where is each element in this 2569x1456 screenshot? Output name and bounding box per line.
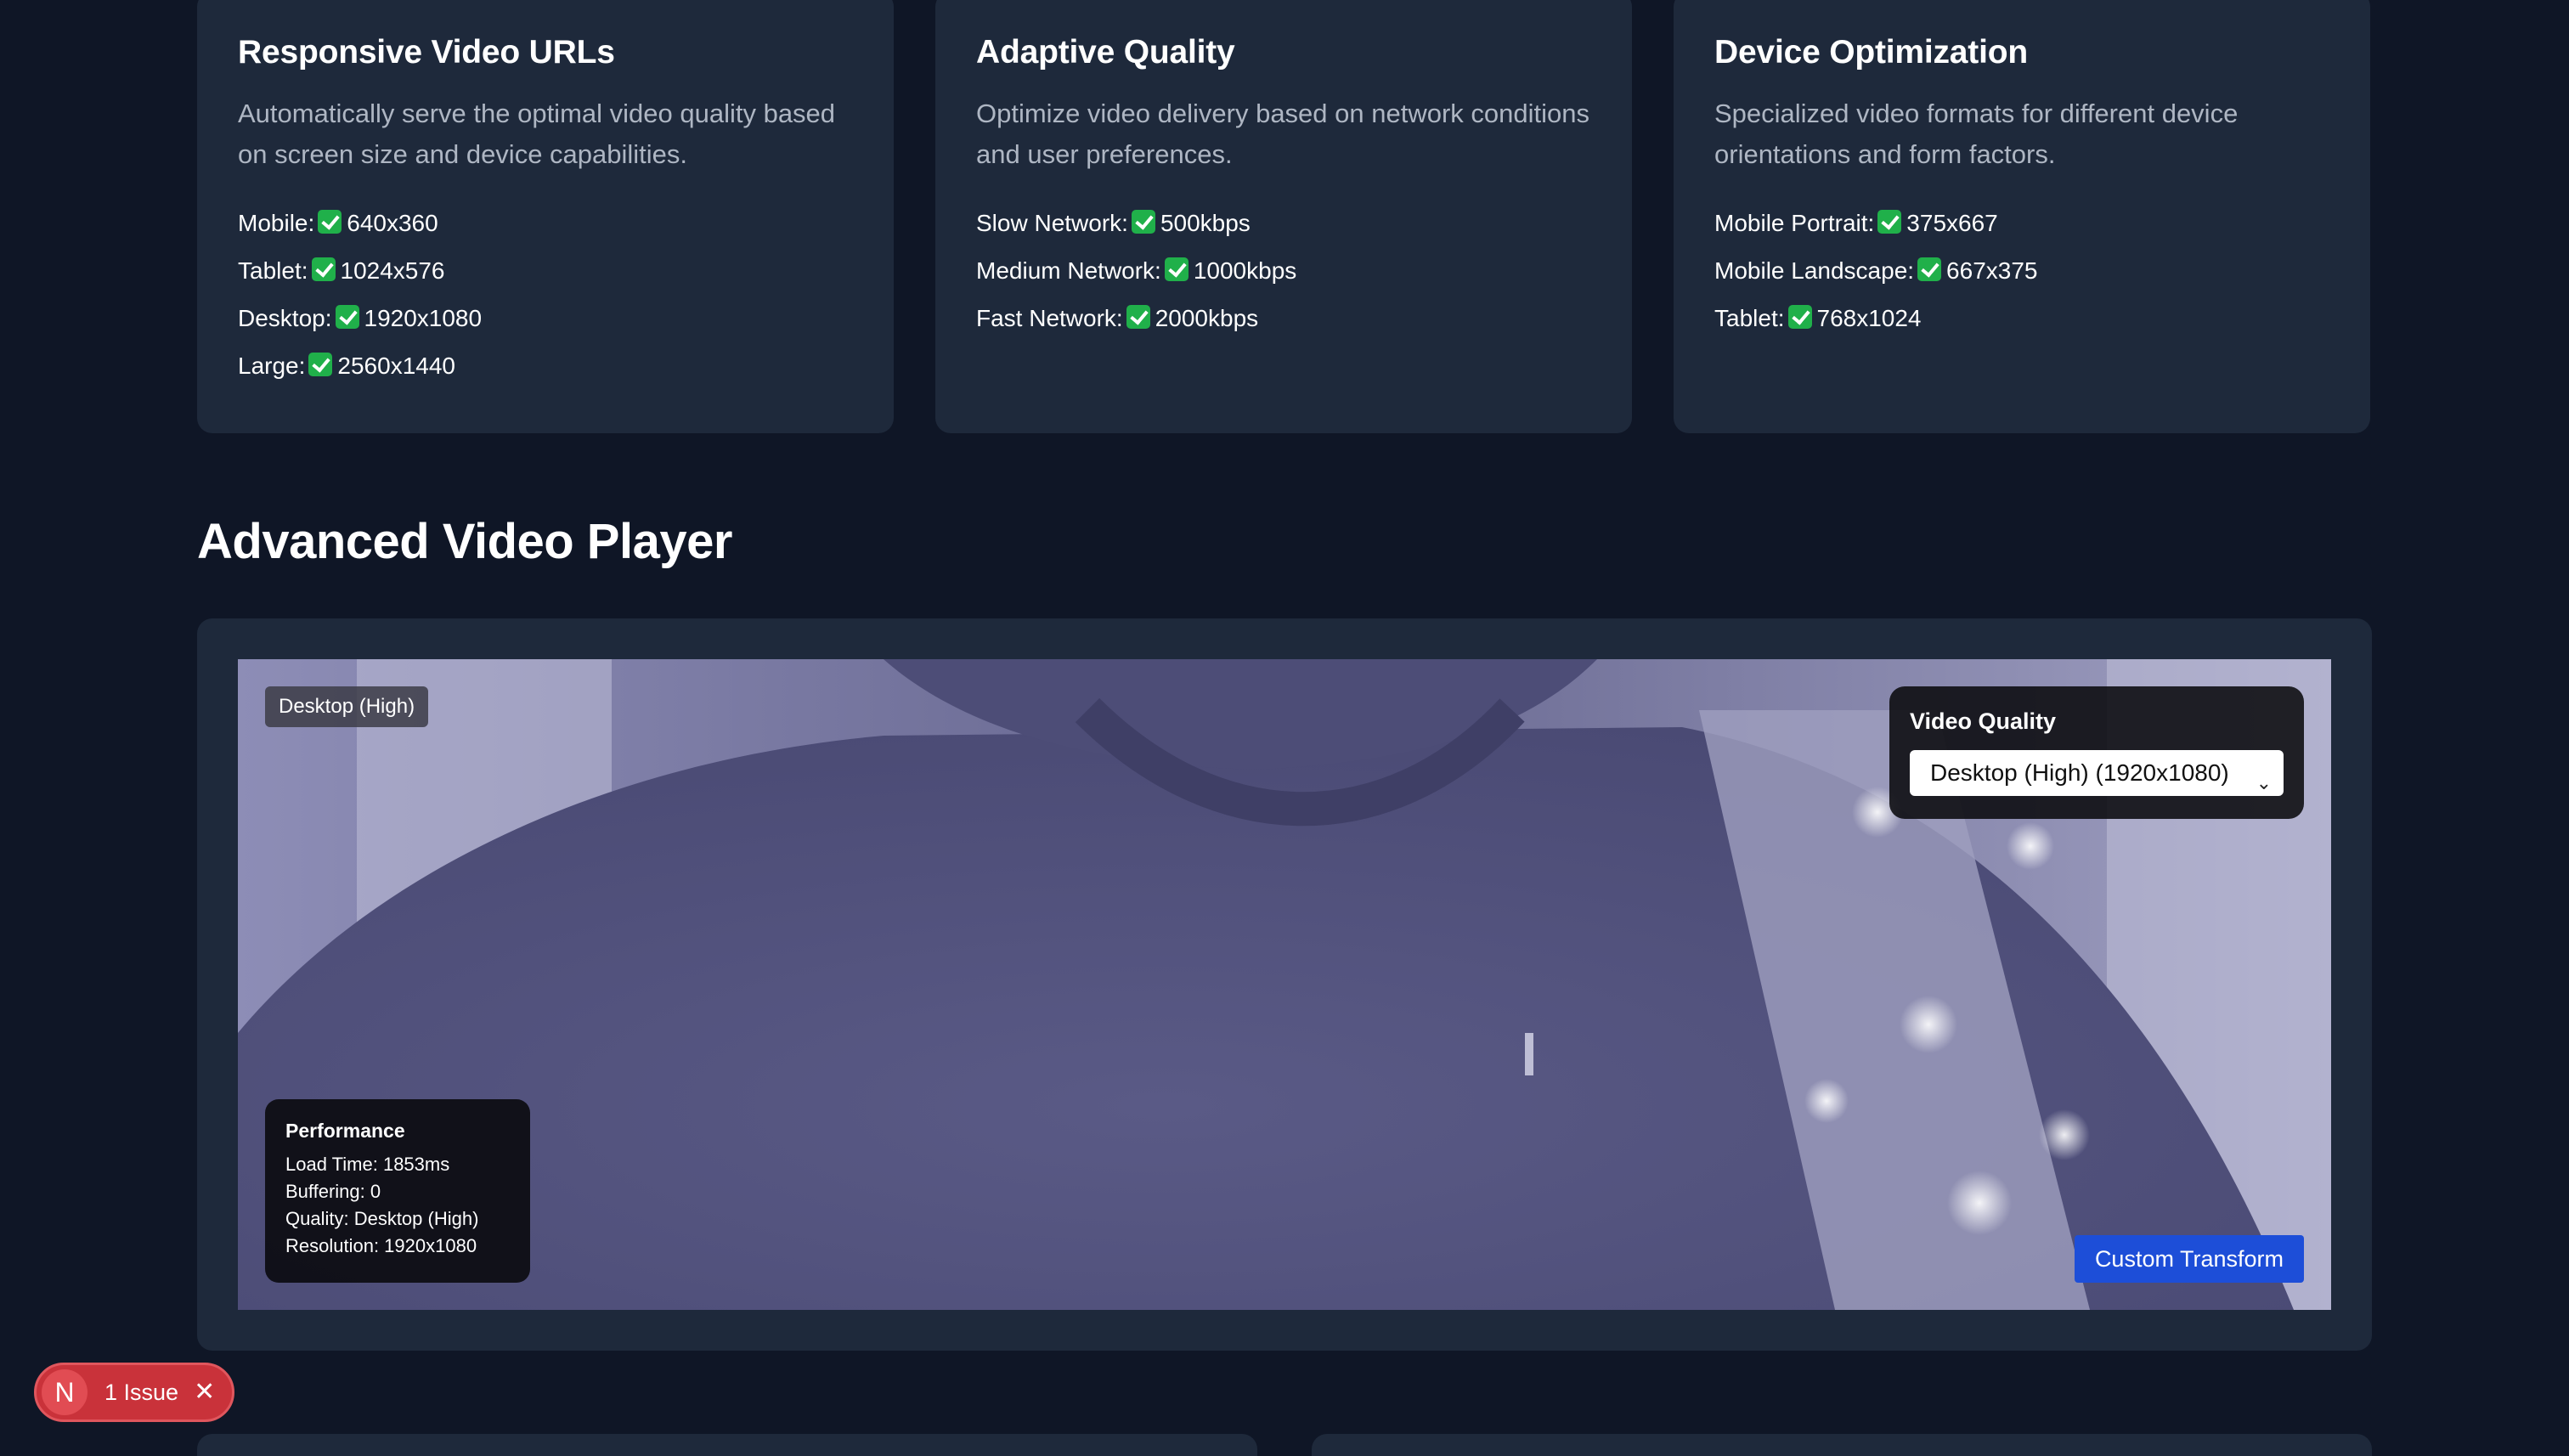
list-item: Tablet: 1024x576 — [238, 247, 482, 295]
list-item: Mobile Landscape: 667x375 — [1714, 247, 2037, 295]
list-item: Mobile: 640x360 — [238, 200, 482, 247]
item-label: Medium Network: — [976, 257, 1161, 284]
check-icon — [308, 353, 333, 376]
item-label: Mobile Landscape: — [1714, 257, 1915, 284]
issues-badge[interactable]: N 1 Issue ✕ — [34, 1363, 234, 1422]
list-item: Slow Network: 500kbps — [976, 200, 1296, 247]
item-label: Fast Network: — [976, 305, 1123, 331]
item-value: 2000kbps — [1155, 305, 1259, 331]
check-icon — [311, 257, 336, 281]
list-item: Tablet: 768x1024 — [1714, 295, 2037, 342]
buffering: Buffering: 0 — [285, 1181, 381, 1202]
load-time: Load Time: 1853ms — [285, 1154, 450, 1175]
performance-panel: Performance Load Time: 1853ms Buffering:… — [265, 1099, 530, 1283]
card-title: Responsive Video URLs — [238, 34, 615, 71]
video-player-panel: Desktop (High) Video Quality Desktop (Hi… — [197, 618, 2372, 1351]
feature-card-adaptive-quality: Adaptive Quality Optimize video delivery… — [935, 0, 1632, 433]
list-item: Medium Network: 1000kbps — [976, 247, 1296, 295]
check-icon — [1131, 210, 1155, 234]
item-value: 768x1024 — [1816, 305, 1922, 331]
video-quality-selected: Desktop (High) (1920x1080) — [1930, 759, 2229, 786]
resolution: Resolution: 1920x1080 — [285, 1235, 477, 1256]
item-value: 667x375 — [1946, 257, 2038, 284]
card-description: Specialized video formats for different … — [1714, 99, 2239, 169]
list-item: Mobile Portrait: 375x667 — [1714, 200, 2037, 247]
card-title: Device Optimization — [1714, 34, 2028, 71]
item-value: 500kbps — [1160, 210, 1251, 236]
card-title: Adaptive Quality — [976, 34, 1235, 71]
check-icon — [318, 210, 342, 234]
page: Responsive Video URLs Automatically serv… — [0, 0, 2569, 1456]
item-label: Desktop: — [238, 305, 332, 331]
card-description: Automatically serve the optimal video qu… — [238, 99, 836, 169]
item-label: Slow Network: — [976, 210, 1128, 236]
performance-title: Performance — [285, 1120, 405, 1142]
list-item: Fast Network: 2000kbps — [976, 295, 1296, 342]
check-icon — [1126, 305, 1150, 329]
nextjs-logo-icon: N — [42, 1369, 88, 1415]
video-quality-panel: Video Quality Desktop (High) (1920x1080)… — [1889, 686, 2304, 819]
list-item: Desktop: 1920x1080 — [238, 295, 482, 342]
check-icon — [1787, 305, 1812, 329]
card-list: Mobile Portrait: 375x667 Mobile Landscape… — [1714, 200, 2037, 342]
item-value: 375x667 — [1906, 210, 1998, 236]
quality-tag: Desktop (High) — [265, 686, 429, 727]
video-player[interactable]: Desktop (High) Video Quality Desktop (Hi… — [238, 659, 2331, 1310]
item-label: Mobile Portrait: — [1714, 210, 1875, 236]
check-icon — [335, 305, 359, 329]
feature-card-responsive-urls: Responsive Video URLs Automatically serv… — [197, 0, 894, 433]
custom-transform-button[interactable]: Custom Transform — [2074, 1235, 2304, 1283]
check-icon — [1877, 210, 1902, 234]
list-item: Large: 2560x1440 — [238, 342, 482, 390]
close-icon[interactable]: ✕ — [194, 1380, 215, 1405]
section-title: Advanced Video Player — [197, 514, 732, 569]
item-value: 640x360 — [347, 210, 438, 236]
video-quality-label: Video Quality — [1910, 708, 2057, 734]
item-label: Mobile: — [238, 210, 315, 236]
item-label: Tablet: — [1714, 305, 1785, 331]
check-icon — [1164, 257, 1189, 281]
item-value: 2560x1440 — [337, 353, 455, 379]
issue-count[interactable]: 1 Issue — [104, 1380, 178, 1406]
quality: Quality: Desktop (High) — [285, 1208, 479, 1229]
video-quality-select[interactable]: Desktop (High) (1920x1080) ⌄ — [1910, 750, 2284, 796]
check-icon — [1917, 257, 1942, 281]
chevron-down-icon: ⌄ — [2256, 772, 2272, 793]
item-label: Tablet: — [238, 257, 308, 284]
card-description: Optimize video delivery based on network… — [976, 99, 1589, 169]
item-label: Large: — [238, 353, 306, 379]
bottom-card — [197, 1434, 1257, 1456]
bottom-card — [1312, 1434, 2372, 1456]
item-value: 1000kbps — [1193, 257, 1297, 284]
item-value: 1920x1080 — [364, 305, 483, 331]
feature-card-device-optimization: Device Optimization Specialized video fo… — [1674, 0, 2370, 433]
card-list: Mobile: 640x360 Tablet: 1024x576 Desktop: 1… — [238, 200, 482, 390]
item-value: 1024x576 — [340, 257, 445, 284]
card-list: Slow Network: 500kbps Medium Network: 1000… — [976, 200, 1296, 342]
